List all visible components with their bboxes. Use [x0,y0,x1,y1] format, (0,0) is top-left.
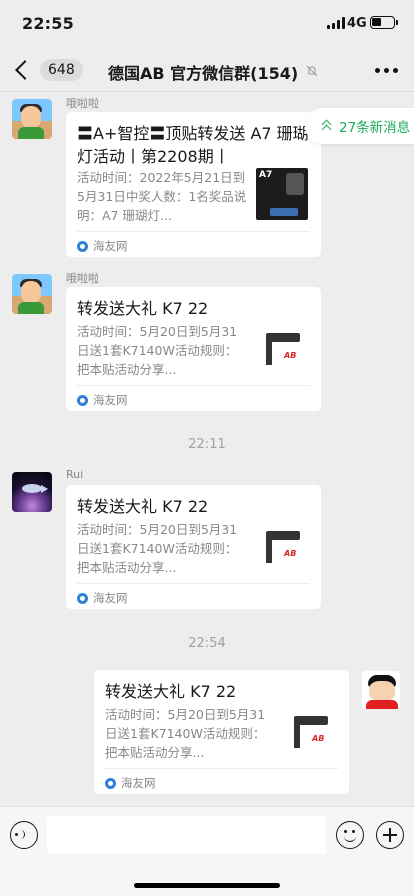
card-title: 转发送大礼 K7 22 [77,497,209,516]
link-card[interactable]: 转发送大礼 K7 22 活动时间：5月20日到5月31日送1套K7140W活动规… [66,485,321,609]
card-thumbnail: AB [286,708,338,760]
chevron-left-icon [15,60,35,80]
new-messages-button[interactable]: 27条新消息 [305,108,414,144]
more-options-button[interactable] [375,68,398,73]
status-time: 22:55 [22,14,74,33]
message-list[interactable]: 哦啦啦 〓A+智控〓顶贴转发送 A7 珊瑚灯活动丨第2208期丨 活动时间：20… [0,93,414,806]
avatar[interactable] [12,274,52,314]
network-type: 4G [347,16,367,31]
link-card[interactable]: 〓A+智控〓顶贴转发送 A7 珊瑚灯活动丨第2208期丨 活动时间：2022年5… [66,112,321,257]
card-title: 转发送大礼 K7 22 [77,299,209,318]
card-source: 海友网 [77,238,128,254]
chat-header: 648 德国AB 官方微信群(154) [0,48,414,92]
avatar[interactable] [12,99,52,139]
source-app-icon [77,592,88,604]
card-title: 转发送大礼 K7 22 [105,682,237,701]
back-button[interactable]: 648 [8,56,83,84]
double-chevron-up-icon [321,119,333,133]
card-description: 活动时间：5月20日到5月31日送1套K7140W活动规则：把本贴活动分享... [77,522,238,575]
card-title: 〓A+智控〓顶贴转发送 A7 珊瑚灯活动丨第2208期丨 [77,124,309,166]
my-avatar[interactable] [361,670,401,710]
card-source: 海友网 [77,590,128,606]
new-messages-label: 27条新消息 [339,120,411,136]
card-source: 海友网 [105,775,156,791]
sender-name: Rui [66,468,84,481]
link-card-self[interactable]: 转发送大礼 K7 22 活动时间：5月20日到5月31日送1套K7140W活动规… [94,670,349,794]
link-card[interactable]: 转发送大礼 K7 22 活动时间：5月20日到5月31日送1套K7140W活动规… [66,287,321,411]
dot-icon [384,68,389,73]
message-input[interactable] [47,816,326,854]
card-description: 活动时间：2022年5月21日到5月31日中奖人数：1名奖品说明：A7 珊瑚灯.… [77,170,247,223]
plus-icon[interactable] [376,821,404,849]
message-timestamp: 22:11 [188,437,226,452]
input-bar [0,806,414,896]
bell-slash-icon [306,65,318,80]
card-description: 活动时间：5月20日到5月31日送1套K7140W活动规则：把本贴活动分享... [77,324,238,377]
card-source: 海友网 [77,392,128,408]
home-indicator [134,883,280,888]
card-thumbnail: A7 [256,168,308,220]
status-bar: 22:55 4G [0,0,414,48]
card-description: 活动时间：5月20日到5月31日送1套K7140W活动规则：把本贴活动分享... [105,707,266,760]
sender-name: 哦啦啦 [66,272,99,285]
source-app-icon [105,777,116,789]
unread-count-badge: 648 [40,59,83,81]
source-app-icon [77,394,88,406]
card-thumbnail: AB [258,523,310,575]
voice-input-icon[interactable] [10,821,38,849]
signal-icon [327,17,345,29]
dot-icon [393,68,398,73]
battery-icon [370,16,398,29]
message-timestamp: 22:54 [188,636,226,651]
chat-title: 德国AB 官方微信群(154) [108,60,318,84]
avatar[interactable] [12,472,52,512]
source-app-icon [77,240,88,252]
emoji-icon[interactable] [336,821,364,849]
chat-title-text: 德国AB 官方微信群(154) [108,64,299,83]
card-thumbnail: AB [258,325,310,377]
sender-name: 哦啦啦 [66,97,99,110]
dot-icon [375,68,380,73]
